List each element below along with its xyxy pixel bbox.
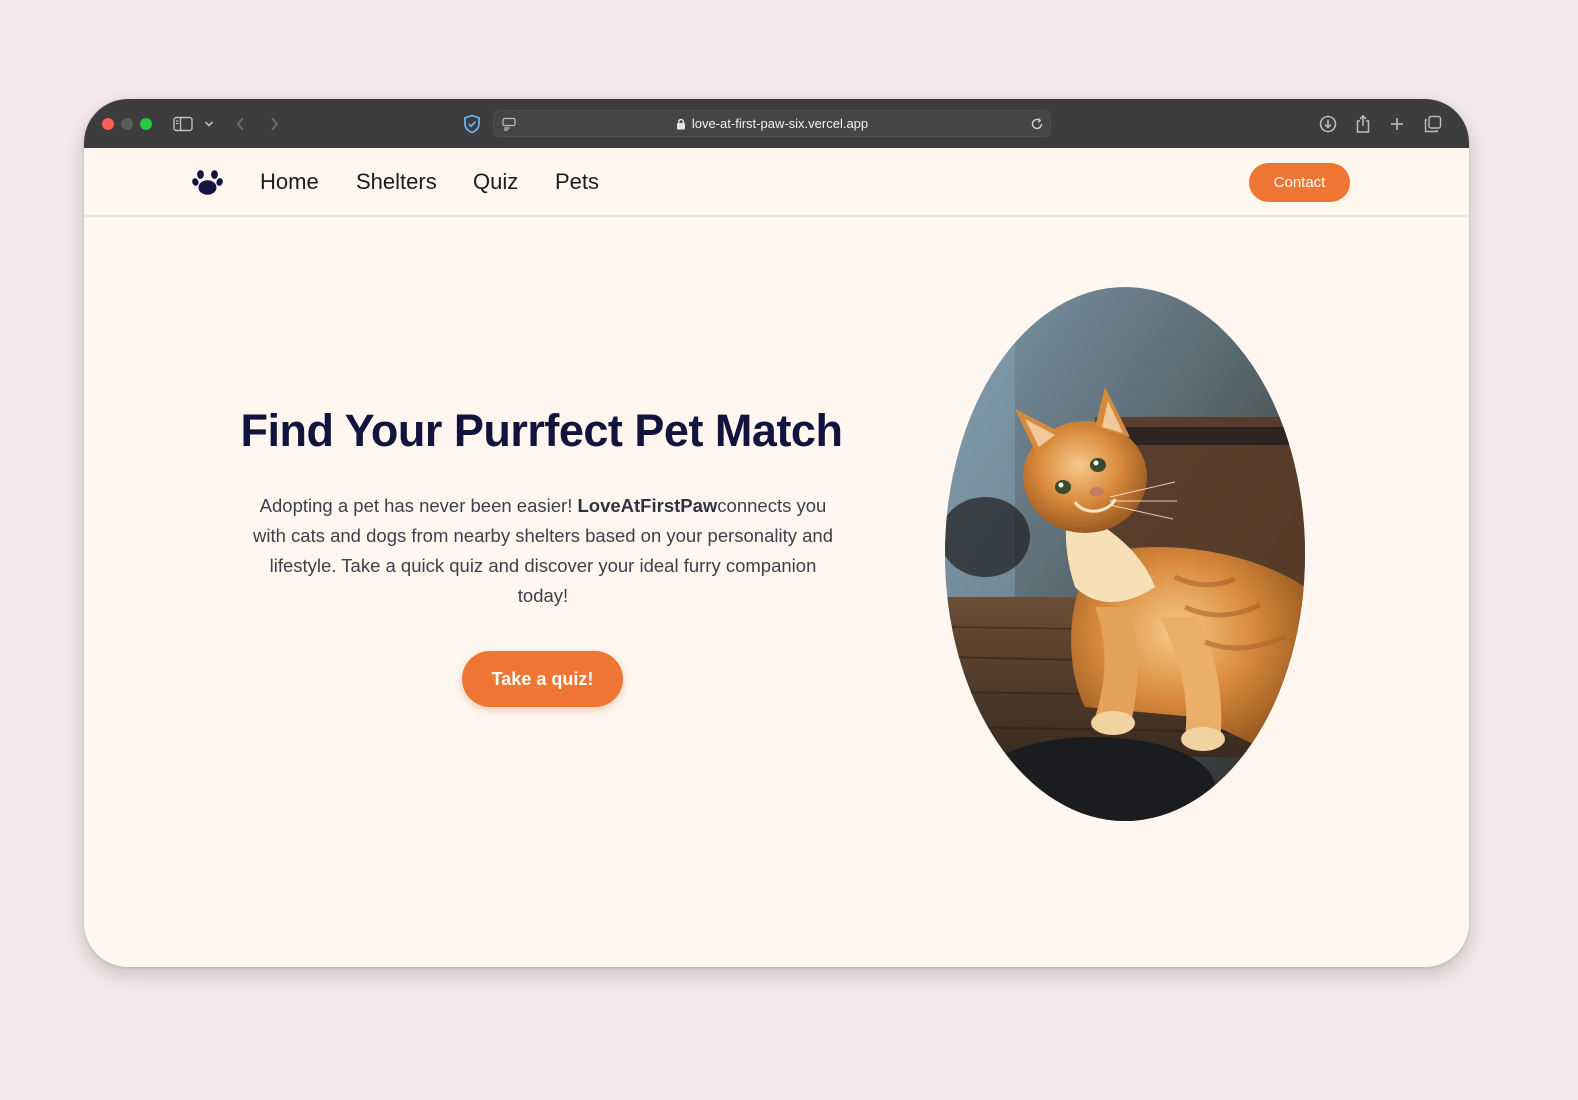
sidebar-toggle-icon[interactable]: [172, 113, 194, 135]
forward-arrow-icon[interactable]: [263, 113, 285, 135]
brand-name: LoveAtFirstPaw: [577, 495, 718, 516]
contact-button[interactable]: Contact: [1249, 163, 1350, 202]
chevron-down-icon[interactable]: [198, 113, 220, 135]
lock-icon: [676, 113, 686, 138]
back-arrow-icon[interactable]: [230, 113, 252, 135]
minimize-window-button[interactable]: [121, 118, 133, 130]
browser-toolbar: love-at-first-paw-six.vercel.app: [84, 99, 1469, 148]
reload-icon[interactable]: [1026, 113, 1048, 135]
take-quiz-button[interactable]: Take a quiz!: [462, 651, 623, 707]
url-text: love-at-first-paw-six.vercel.app: [691, 116, 869, 131]
cat-photo: [945, 287, 1305, 821]
close-window-button[interactable]: [102, 118, 114, 130]
nav-pets-link[interactable]: Pets: [555, 169, 599, 195]
site-navbar: Home Shelters Quiz Pets Contact: [84, 148, 1469, 217]
share-icon[interactable]: [1352, 113, 1374, 135]
nav-quiz-link[interactable]: Quiz: [473, 169, 518, 195]
download-icon[interactable]: [1317, 113, 1339, 135]
browser-window: love-at-first-paw-six.vercel.app Home Sh…: [84, 99, 1469, 967]
hero-text-intro: Adopting a pet has never been easier!: [259, 495, 578, 516]
tab-overview-icon[interactable]: [1422, 113, 1444, 135]
privacy-shield-icon[interactable]: [461, 113, 483, 135]
hero-title: Find Your Purrfect Pet Match: [240, 405, 843, 456]
nav-shelters-link[interactable]: Shelters: [356, 169, 437, 195]
hero-description: Adopting a pet has never been easier! Lo…: [244, 491, 842, 611]
url-field[interactable]: love-at-first-paw-six.vercel.app: [494, 111, 1050, 136]
nav-home-link[interactable]: Home: [260, 169, 319, 195]
paw-icon[interactable]: [192, 166, 223, 196]
new-tab-icon[interactable]: [1386, 113, 1408, 135]
zoom-window-button[interactable]: [140, 118, 152, 130]
address-bar[interactable]: love-at-first-paw-six.vercel.app: [493, 110, 1051, 137]
